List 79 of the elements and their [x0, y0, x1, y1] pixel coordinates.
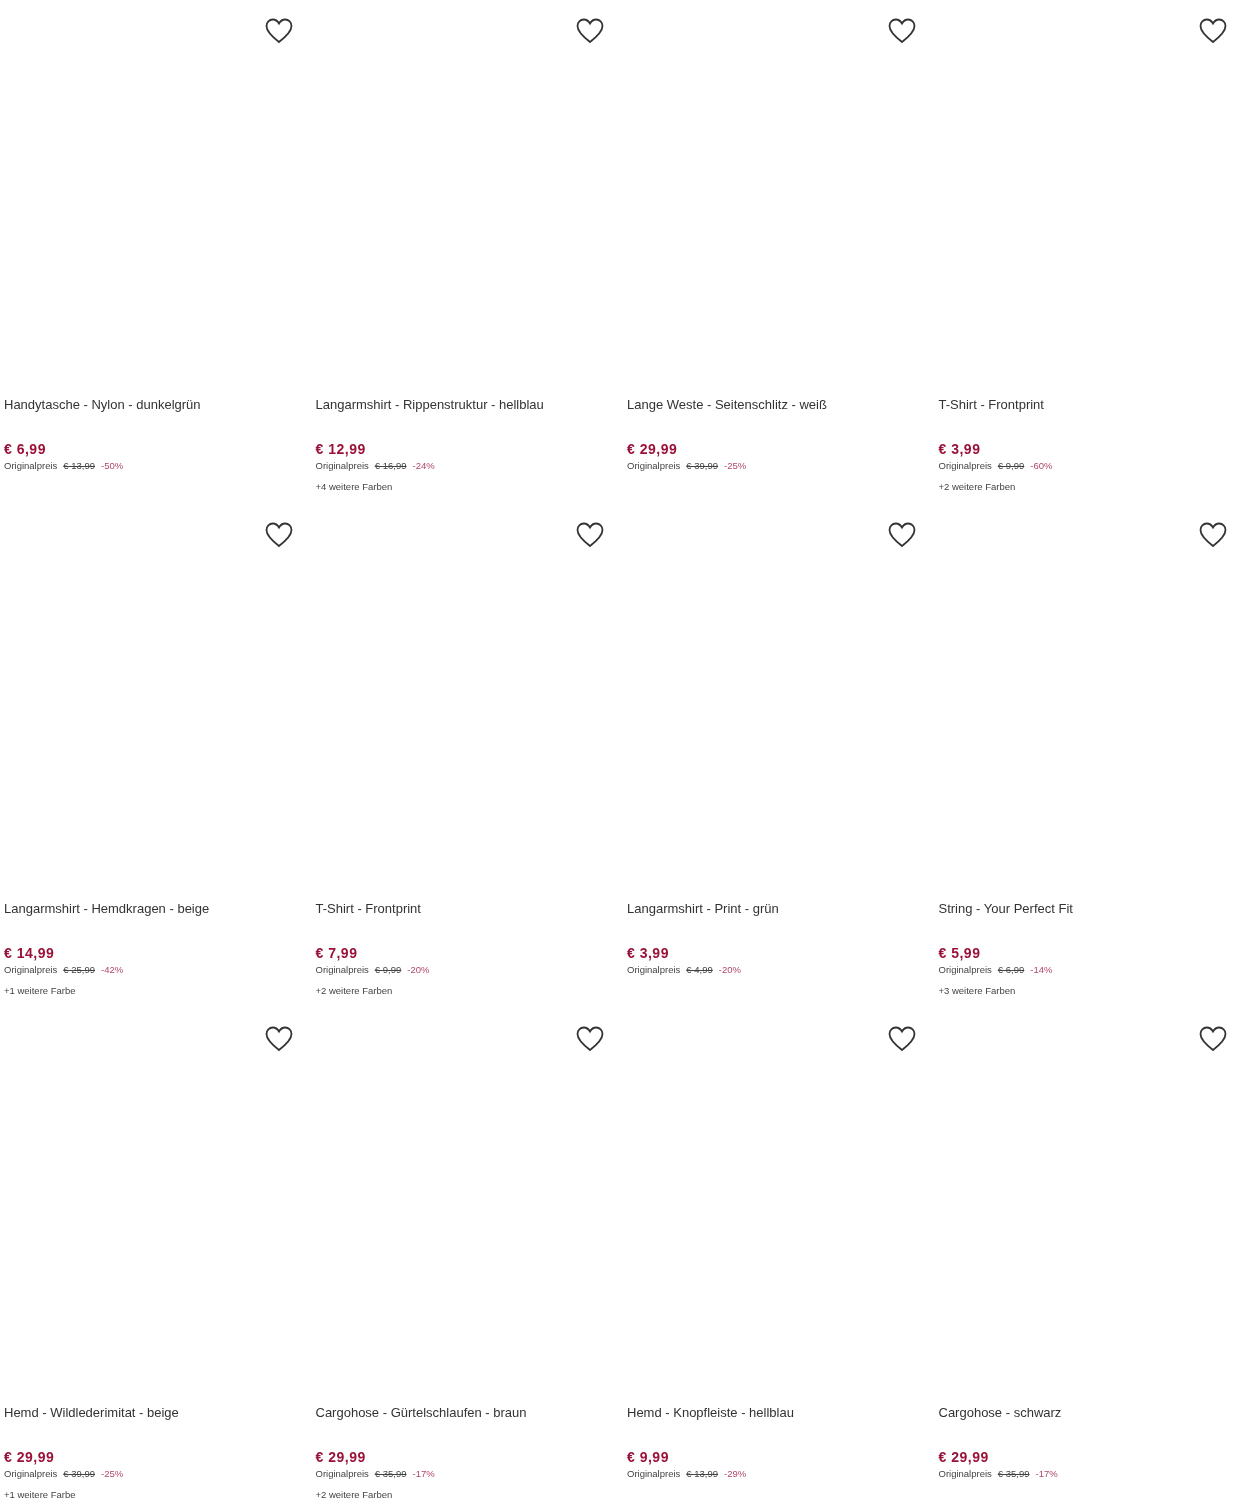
product-title[interactable]: String - Your Perfect Fit	[938, 900, 1242, 918]
color-count: +2 weitere Farben	[315, 984, 394, 998]
price: € 6,99	[4, 440, 47, 458]
product-title[interactable]: Hemd - Wildlederimitat - beige	[4, 1404, 308, 1422]
heart-icon[interactable]	[264, 522, 293, 548]
original-price-label: Originalpreis	[4, 963, 58, 977]
original-price-label: Originalpreis	[627, 963, 681, 977]
product-title[interactable]: Handytasche - Nylon - dunkelgrün	[4, 396, 308, 414]
heart-icon[interactable]	[576, 18, 604, 44]
discount: -20%	[718, 963, 741, 977]
price: € 3,99	[627, 944, 670, 962]
original-price-label: Originalpreis	[938, 459, 992, 473]
original-price: € 9,99	[374, 963, 402, 977]
discount: -17%	[412, 1467, 435, 1481]
price: € 29,99	[4, 1448, 56, 1466]
original-price: € 35,99	[374, 1467, 407, 1481]
price: € 14,99	[4, 944, 56, 962]
original-price-label: Originalpreis	[4, 459, 58, 473]
heart-icon[interactable]	[576, 522, 604, 548]
original-price-label: Originalpreis	[315, 459, 369, 473]
heart-icon[interactable]	[1199, 18, 1227, 44]
price: € 5,99	[938, 944, 982, 962]
discount: -42%	[101, 963, 124, 977]
product-title[interactable]: T-Shirt - Frontprint	[315, 900, 619, 918]
original-price-label: Originalpreis	[938, 963, 992, 977]
discount: -20%	[407, 963, 430, 977]
heart-icon[interactable]	[264, 1026, 293, 1052]
discount: -50%	[101, 459, 124, 473]
original-price: € 25,99	[63, 963, 96, 977]
price: € 29,99	[315, 1448, 367, 1466]
heart-icon[interactable]	[1199, 1026, 1227, 1052]
product-title[interactable]: Cargohose - schwarz	[938, 1404, 1242, 1422]
original-price: € 13,99	[63, 459, 96, 473]
original-price: € 4,99	[686, 963, 713, 977]
heart-icon[interactable]	[1199, 522, 1227, 548]
product-title[interactable]: Langarmshirt - Rippenstruktur - hellblau	[315, 396, 619, 414]
price: € 3,99	[938, 440, 982, 458]
product-title[interactable]: Langarmshirt - Print - grün	[627, 900, 931, 918]
discount: -29%	[724, 1467, 747, 1481]
color-count: +1 weitere Farbe	[4, 1488, 77, 1502]
original-price-label: Originalpreis	[938, 1467, 992, 1481]
heart-icon[interactable]	[264, 18, 293, 44]
original-price-label: Originalpreis	[315, 963, 369, 977]
color-count: +3 weitere Farben	[938, 984, 1017, 998]
original-price-label: Originalpreis	[4, 1467, 58, 1481]
price: € 7,99	[315, 944, 359, 962]
color-count: +2 weitere Farben	[938, 480, 1017, 494]
original-price: € 6,99	[997, 963, 1025, 977]
discount: -14%	[1030, 963, 1053, 977]
product-title[interactable]: Cargohose - Gürtelschlaufen - braun	[315, 1404, 619, 1422]
price: € 29,99	[627, 440, 679, 458]
original-price: € 9,99	[997, 459, 1025, 473]
discount: -25%	[101, 1467, 124, 1481]
color-count: +1 weitere Farbe	[4, 984, 77, 998]
heart-icon[interactable]	[576, 1026, 604, 1052]
original-price: € 35,99	[997, 1467, 1030, 1481]
discount: -17%	[1035, 1467, 1058, 1481]
price: € 29,99	[938, 1448, 990, 1466]
original-price: € 16,99	[374, 459, 407, 473]
discount: -60%	[1030, 459, 1053, 473]
product-title[interactable]: Hemd - Knopfleiste - hellblau	[627, 1404, 931, 1422]
price: € 12,99	[315, 440, 367, 458]
product-title[interactable]: Langarmshirt - Hemdkragen - beige	[4, 900, 308, 918]
original-price: € 39,99	[686, 459, 719, 473]
original-price: € 13,99	[686, 1467, 719, 1481]
color-count: +4 weitere Farben	[315, 480, 394, 494]
original-price-label: Originalpreis	[627, 1467, 681, 1481]
heart-icon[interactable]	[887, 522, 916, 548]
original-price: € 39,99	[63, 1467, 96, 1481]
product-title[interactable]: T-Shirt - Frontprint	[938, 396, 1242, 414]
heart-icon[interactable]	[887, 18, 916, 44]
original-price-label: Originalpreis	[315, 1467, 369, 1481]
color-count: +2 weitere Farben	[315, 1488, 394, 1502]
discount: -25%	[724, 459, 747, 473]
product-title[interactable]: Lange Weste - Seitenschlitz - weiß	[627, 396, 931, 414]
original-price-label: Originalpreis	[627, 459, 681, 473]
price: € 9,99	[627, 1448, 670, 1466]
discount: -24%	[412, 459, 435, 473]
heart-icon[interactable]	[887, 1026, 916, 1052]
